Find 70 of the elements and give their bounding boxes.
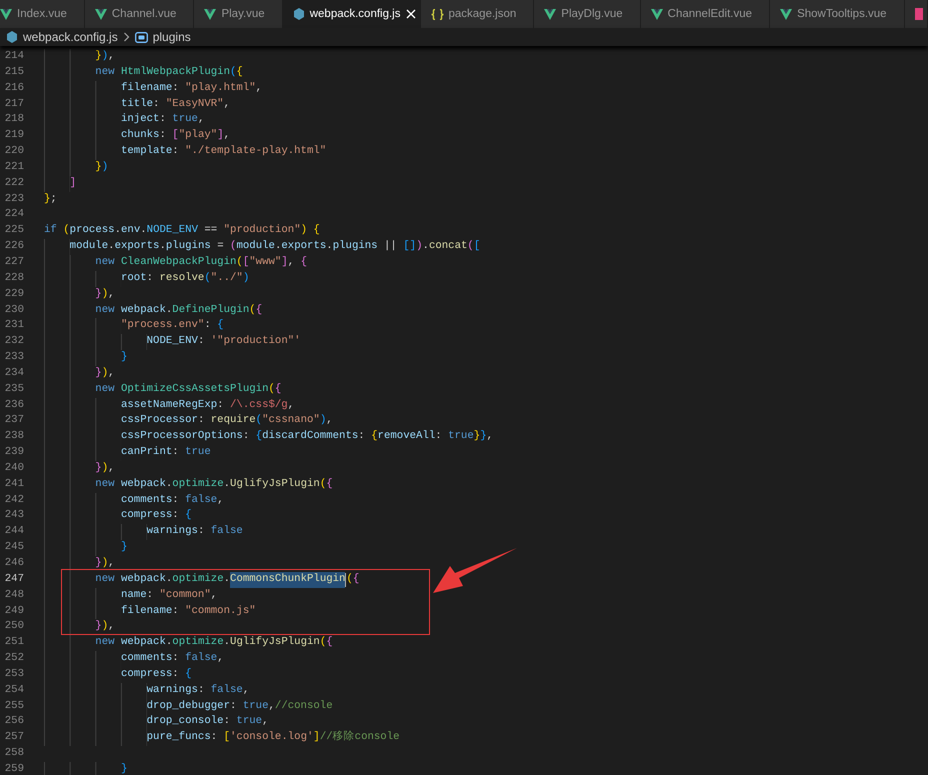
close-icon[interactable]: [406, 9, 416, 19]
line-number: 215: [4, 64, 24, 80]
editor-tab[interactable]: package.json: [420, 0, 534, 28]
line-number: 245: [4, 540, 24, 556]
vue-file-icon: [94, 8, 107, 20]
line-number: 214: [4, 49, 24, 64]
chevron-icon: [122, 32, 130, 42]
cube-icon: [292, 8, 305, 20]
editor-tab[interactable]: webpack.config.js: [282, 0, 420, 28]
vue-file-icon: [0, 8, 12, 20]
line-number: 224: [4, 207, 24, 222]
breadcrumb-item[interactable]: plugins: [152, 30, 191, 44]
line-number: 248: [4, 588, 24, 603]
line-number: 250: [4, 619, 24, 634]
editor-tab[interactable]: PlayDlg.vue: [534, 0, 641, 28]
line-number: 226: [4, 239, 24, 254]
line-number: 240: [4, 460, 24, 476]
line-number: 239: [4, 445, 24, 460]
line-number: 236: [4, 398, 24, 413]
line-number: 223: [4, 192, 24, 207]
cube-icon: [6, 31, 18, 43]
line-number: 234: [4, 366, 24, 381]
editor-tab[interactable]: Channel.vue: [84, 0, 194, 28]
line-number: 221: [4, 160, 24, 175]
line-number: 228: [4, 270, 24, 286]
editor-tab[interactable]: ShowTooltips.vue: [770, 0, 905, 28]
line-number: 255: [4, 698, 24, 714]
line-number: 225: [4, 223, 24, 238]
line-number: 232: [4, 334, 24, 350]
line-number: 229: [4, 286, 24, 302]
editor-tab[interactable]: ChannelEdit.vue: [640, 0, 770, 28]
line-number: 247: [4, 572, 24, 587]
line-number: 257: [4, 730, 24, 746]
line-number: 233: [4, 350, 24, 366]
line-number: 220: [4, 144, 24, 160]
file-icon: [914, 8, 923, 20]
line-number: 235: [4, 382, 24, 397]
line-number: 230: [4, 302, 24, 318]
line-number: 238: [4, 429, 24, 444]
symbol-icon: [134, 32, 148, 42]
editor-tab[interactable]: Play.vue: [194, 0, 283, 28]
editor-tab[interactable]: Index.vue: [0, 0, 85, 28]
line-number: 227: [4, 254, 24, 270]
editor-tab[interactable]: [904, 0, 928, 28]
line-number: 256: [4, 714, 24, 730]
vue-file-icon: [544, 8, 556, 20]
line-number: 244: [4, 524, 24, 540]
line-number: 246: [4, 556, 24, 571]
vue-file-icon: [650, 8, 663, 20]
line-number: 252: [4, 651, 24, 666]
line-number: 222: [4, 176, 24, 191]
line-number: 216: [4, 80, 24, 96]
line-number: 217: [4, 96, 24, 112]
line-number: 243: [4, 508, 24, 524]
line-number: 237: [4, 413, 24, 428]
line-number: 254: [4, 682, 24, 698]
breadcrumb-item[interactable]: webpack.config.js: [23, 30, 118, 44]
line-number: 242: [4, 492, 24, 508]
line-number: 253: [4, 666, 24, 682]
vue-file-icon: [204, 8, 216, 20]
line-number: 251: [4, 635, 24, 650]
line-number: 231: [4, 318, 24, 334]
line-number: 259: [4, 762, 24, 775]
vue-file-icon: [780, 8, 792, 20]
line-number: 241: [4, 476, 24, 492]
braces-icon: [430, 8, 444, 20]
line-number: 249: [4, 604, 24, 619]
line-number: 258: [4, 746, 24, 762]
line-number: 219: [4, 128, 24, 144]
line-number: 218: [4, 112, 24, 128]
